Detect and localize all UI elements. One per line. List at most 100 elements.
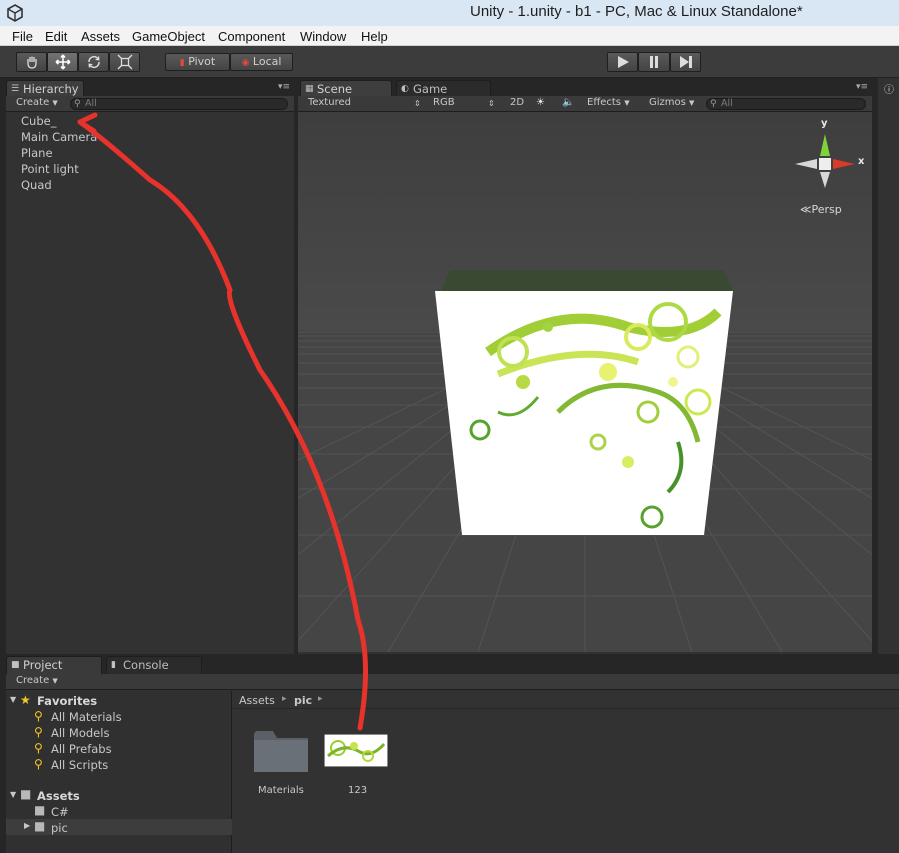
hierarchy-item-main-camera[interactable]: Main Camera <box>21 130 97 144</box>
menu-assets[interactable]: Assets <box>81 27 120 44</box>
tab-project[interactable]: ■ Project <box>6 656 102 674</box>
search-icon: ⚲ <box>74 99 81 109</box>
scene-tabstrip: ▦ Scene ◐ Game ▾≡ <box>298 78 872 96</box>
pacman-icon: ◐ <box>401 84 409 94</box>
panel-menu-icon[interactable]: ▾≡ <box>278 82 290 92</box>
asset-folder-pic[interactable]: pic <box>51 821 68 835</box>
menu-gameobject[interactable]: GameObject <box>132 27 205 44</box>
folder-icon: ■ <box>11 660 20 670</box>
local-label: Local <box>252 55 282 68</box>
dropdown-arrow-icon: ▼ <box>624 99 630 107</box>
toggle-2d-button[interactable]: 2D <box>510 97 524 108</box>
search-icon: ⚲ <box>34 757 43 771</box>
rotate-tool-button[interactable] <box>78 52 109 72</box>
info-icon[interactable]: ⓘ <box>884 81 894 96</box>
hierarchy-item-cube[interactable]: Cube_ <box>21 114 56 128</box>
menu-file[interactable]: File <box>12 27 33 44</box>
expand-arrow-icon[interactable]: ▼ <box>10 695 16 704</box>
scene-panel-menu-icon[interactable]: ▾≡ <box>856 82 868 92</box>
tab-scene-label: Scene <box>317 82 353 96</box>
folder-icon[interactable] <box>253 728 309 774</box>
menu-window[interactable]: Window <box>300 27 346 44</box>
play-button[interactable] <box>607 52 638 72</box>
step-icon <box>679 56 692 68</box>
favorite-item[interactable]: All Prefabs <box>51 742 112 756</box>
step-button[interactable] <box>670 52 701 72</box>
tab-game[interactable]: ◐ Game <box>396 80 491 96</box>
tab-console[interactable]: ▮ Console <box>106 656 202 674</box>
favorites-header[interactable]: Favorites <box>37 694 97 708</box>
assets-header[interactable]: Assets <box>37 789 80 803</box>
menu-component[interactable]: Component <box>218 27 285 44</box>
persp-label: Persp <box>811 203 842 216</box>
breadcrumb-assets[interactable]: Assets <box>239 694 275 707</box>
project-area: ■ Project ▮ Console Create ▼ ▼ ★ Favorit… <box>0 654 899 853</box>
hierarchy-item-quad[interactable]: Quad <box>21 178 52 192</box>
effects-dropdown[interactable]: Effects ▼ <box>587 97 630 108</box>
render-mode-dropdown[interactable]: Textured <box>308 97 351 108</box>
tab-hierarchy-label: Hierarchy <box>23 82 79 96</box>
hand-tool-button[interactable] <box>16 52 47 72</box>
search-icon: ⚲ <box>34 741 43 755</box>
breadcrumb-separator-icon: ▸ <box>318 694 323 704</box>
move-tool-button[interactable] <box>47 52 78 72</box>
menu-help[interactable]: Help <box>361 27 388 44</box>
grid-item-materials[interactable]: Materials <box>258 785 304 796</box>
breadcrumb-pic[interactable]: pic <box>294 694 312 707</box>
pivot-toggle[interactable]: ▮ Pivot <box>165 53 230 71</box>
folder-icon: ■ <box>34 819 46 833</box>
projection-toggle[interactable]: ≪Persp <box>800 203 842 216</box>
project-create-button[interactable]: Create ▼ <box>16 675 58 686</box>
local-toggle[interactable]: ◉ Local <box>230 53 293 71</box>
favorite-item[interactable]: All Models <box>51 726 109 740</box>
create-label: Create <box>16 675 50 686</box>
pause-button[interactable] <box>638 52 670 72</box>
move-icon <box>55 54 70 70</box>
favorite-item[interactable]: All Scripts <box>51 758 108 772</box>
grid-item-123[interactable]: 123 <box>348 785 367 796</box>
rotate-icon <box>87 55 100 69</box>
pivot-icon: ▮ <box>179 58 185 68</box>
hierarchy-create-button[interactable]: Create ▼ <box>16 97 58 108</box>
expand-arrow-icon[interactable]: ▶ <box>24 821 30 830</box>
color-mode-arrow-icon: ⇕ <box>488 99 495 108</box>
cube-object <box>435 270 733 535</box>
project-tree: ▼ ★ Favorites ⚲ All Materials ⚲ All Mode… <box>6 691 232 853</box>
pause-icon <box>650 56 658 68</box>
render-mode-arrow-icon: ⇕ <box>414 99 421 108</box>
asset-folder-csharp[interactable]: C# <box>51 805 69 819</box>
search-icon: ⚲ <box>34 709 43 723</box>
play-icon <box>617 56 629 68</box>
scale-icon <box>117 54 132 70</box>
color-mode-dropdown[interactable]: RGB <box>433 97 455 108</box>
expand-arrow-icon[interactable]: ▼ <box>10 790 16 799</box>
hierarchy-toolbar: Create ▼ ⚲ All <box>6 96 294 112</box>
tab-console-label: Console <box>123 658 169 672</box>
breadcrumb: Assets ▸ pic ▸ <box>233 691 899 709</box>
project-grid: Assets ▸ pic ▸ Materials 123 <box>233 691 899 853</box>
hierarchy-search-input[interactable]: ⚲ All <box>70 98 288 110</box>
hierarchy-item-point-light[interactable]: Point light <box>21 162 79 176</box>
main-toolbar: ▮ Pivot ◉ Local <box>0 46 899 78</box>
tab-game-label: Game <box>413 82 448 96</box>
lighting-toggle-icon[interactable]: ☀ <box>536 97 545 108</box>
scene-search-input[interactable]: ⚲ All <box>706 98 866 110</box>
scale-tool-button[interactable] <box>109 52 140 72</box>
audio-toggle-icon[interactable]: 🔈 <box>562 97 574 108</box>
hierarchy-item-plane[interactable]: Plane <box>21 146 53 160</box>
gizmo-y-label: y <box>821 118 828 129</box>
tab-hierarchy[interactable]: ☰ Hierarchy <box>6 80 84 96</box>
menu-edit[interactable]: Edit <box>45 27 67 44</box>
scene-viewport[interactable]: y x ≪Persp <box>298 112 872 652</box>
effects-label: Effects <box>587 97 621 108</box>
tab-scene[interactable]: ▦ Scene <box>300 80 392 96</box>
dropdown-arrow-icon: ▼ <box>52 677 58 685</box>
persp-icon: ≪ <box>800 203 812 216</box>
gizmos-dropdown[interactable]: Gizmos ▼ <box>649 97 694 108</box>
tab-project-label: Project <box>23 658 63 672</box>
favorite-item[interactable]: All Materials <box>51 710 122 724</box>
hand-icon <box>26 56 37 69</box>
folder-icon: ■ <box>34 803 46 817</box>
star-icon: ★ <box>20 693 31 707</box>
image-thumbnail-icon[interactable] <box>324 734 388 767</box>
